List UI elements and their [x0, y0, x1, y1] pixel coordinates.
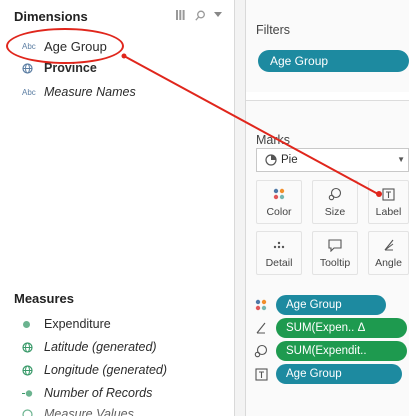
search-icon[interactable]: [194, 9, 206, 21]
field-number-of-records[interactable]: Number of Records: [22, 383, 152, 403]
angle-icon: [252, 320, 270, 336]
field-name: Province: [44, 61, 97, 75]
mark-type-dropdown[interactable]: Pie ▼: [256, 148, 409, 172]
filter-pill-age-group[interactable]: Age Group: [258, 50, 409, 72]
globe-icon: [22, 341, 44, 353]
field-age-group[interactable]: Abc Age Group: [22, 36, 107, 56]
angle-label: Angle: [375, 257, 402, 269]
pane-toolbar: [176, 9, 224, 21]
size-icon: [328, 185, 342, 203]
encoding-pill-angle[interactable]: SUM(Expen.. Δ: [276, 318, 407, 338]
detail-icon: [273, 236, 285, 254]
chevron-down-icon: ▼: [397, 155, 405, 164]
label-icon: [252, 366, 270, 382]
encoding-pill-color[interactable]: Age Group: [276, 295, 386, 315]
color-button[interactable]: Color: [256, 180, 302, 224]
field-name: Age Group: [44, 38, 107, 54]
label-icon: [382, 185, 395, 203]
label-label: Label: [375, 206, 402, 218]
field-name: Measure Names: [44, 85, 136, 99]
pie-icon: [265, 154, 277, 166]
size-label: Size: [324, 206, 346, 218]
angle-icon: [383, 236, 395, 254]
color-icon: [273, 185, 285, 203]
encoding-row: SUM(Expendit..: [252, 340, 407, 362]
angle-button[interactable]: Angle: [368, 231, 409, 275]
globe-icon: [22, 364, 44, 376]
field-expenditure[interactable]: Expenditure: [22, 314, 111, 334]
dimensions-title: Dimensions: [14, 9, 88, 24]
measures-title: Measures: [14, 291, 74, 306]
field-name: Expenditure: [44, 317, 111, 331]
globe-icon: [22, 62, 44, 74]
encoding-pill-size[interactable]: SUM(Expendit..: [276, 341, 407, 361]
dropdown-caret-icon[interactable]: [212, 9, 224, 21]
field-name: Longitude (generated): [44, 363, 168, 377]
encoding-row: Age Group: [252, 294, 386, 316]
field-measure-names[interactable]: Abc Measure Names: [22, 82, 136, 102]
tooltip-label: Tooltip: [319, 257, 351, 269]
pane-splitter[interactable]: [234, 0, 246, 416]
field-measure-values[interactable]: Measure Values: [22, 404, 134, 416]
marks-title: Marks: [256, 133, 291, 147]
filters-title: Filters: [256, 23, 291, 37]
view-toggle-icon[interactable]: [176, 9, 188, 21]
filters-card: Filters: [246, 0, 409, 92]
color-icon: [252, 297, 270, 313]
field-latitude[interactable]: Latitude (generated): [22, 337, 157, 357]
field-name: Measure Values: [44, 407, 134, 416]
tooltip-button[interactable]: Tooltip: [312, 231, 358, 275]
field-name: Number of Records: [44, 386, 153, 400]
size-icon: [252, 343, 270, 359]
field-name: Latitude (generated): [44, 340, 157, 354]
globe-icon: [22, 408, 44, 416]
encoding-pill-label[interactable]: Age Group: [276, 364, 402, 384]
mark-type-value: Pie: [281, 154, 298, 166]
string-type-icon: Abc: [22, 41, 36, 51]
tooltip-icon: [328, 236, 342, 254]
encoding-row: Age Group: [252, 363, 402, 385]
measure-icon: [22, 320, 44, 329]
data-pane: Dimensions Abc Age Group Province Abc Me…: [0, 0, 234, 416]
detail-button[interactable]: Detail: [256, 231, 302, 275]
size-button[interactable]: Size: [312, 180, 358, 224]
string-type-icon: Abc: [22, 87, 36, 97]
detail-label: Detail: [265, 257, 293, 269]
encoding-row: SUM(Expen.. Δ: [252, 317, 407, 339]
color-label: Color: [266, 206, 292, 218]
label-button[interactable]: Label: [368, 180, 409, 224]
measure-icon: [22, 389, 44, 398]
field-province[interactable]: Province: [22, 58, 97, 78]
field-longitude[interactable]: Longitude (generated): [22, 360, 167, 380]
